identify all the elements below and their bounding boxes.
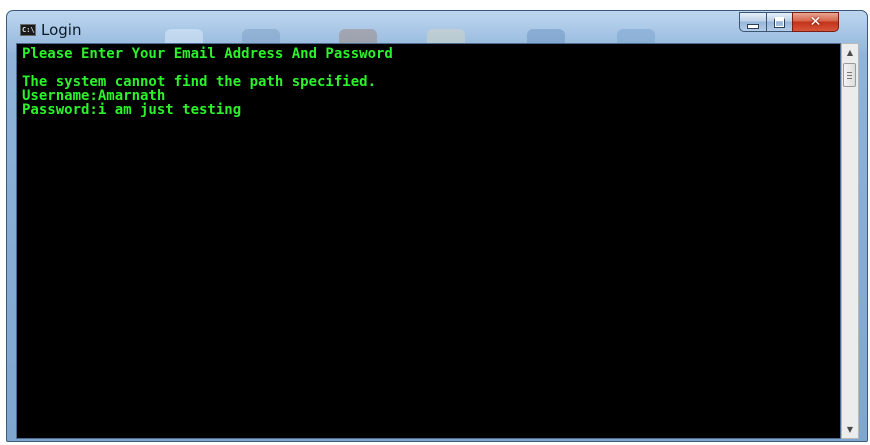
console-line: Please Enter Your Email Address And Pass… — [22, 46, 393, 62]
scrollbar-thumb[interactable] — [843, 63, 856, 87]
close-button[interactable]: ✕ — [792, 12, 839, 32]
window-title: Login — [41, 21, 82, 39]
grip-line — [847, 75, 852, 76]
console-window: C:\ Login ✕ Please Enter Your Email Addr… — [6, 10, 868, 442]
minimize-button[interactable] — [739, 12, 767, 32]
console-text: Please Enter Your Email Address And Pass… — [17, 44, 840, 117]
console-line: Password:i am just testing — [22, 102, 242, 118]
title-bar[interactable]: C:\ Login — [7, 11, 867, 44]
vertical-scrollbar[interactable]: ▲ ▼ — [841, 43, 859, 439]
scroll-down-arrow-icon[interactable]: ▼ — [842, 421, 858, 438]
minimize-icon — [747, 23, 759, 29]
scroll-up-arrow-icon[interactable]: ▲ — [842, 44, 858, 61]
maximize-button[interactable] — [766, 12, 793, 32]
grip-line — [847, 78, 852, 79]
console-icon[interactable]: C:\ — [20, 24, 36, 36]
console-output[interactable]: Please Enter Your Email Address And Pass… — [16, 43, 841, 439]
grip-line — [847, 72, 852, 73]
maximize-icon — [774, 16, 785, 28]
close-icon: ✕ — [809, 14, 822, 30]
